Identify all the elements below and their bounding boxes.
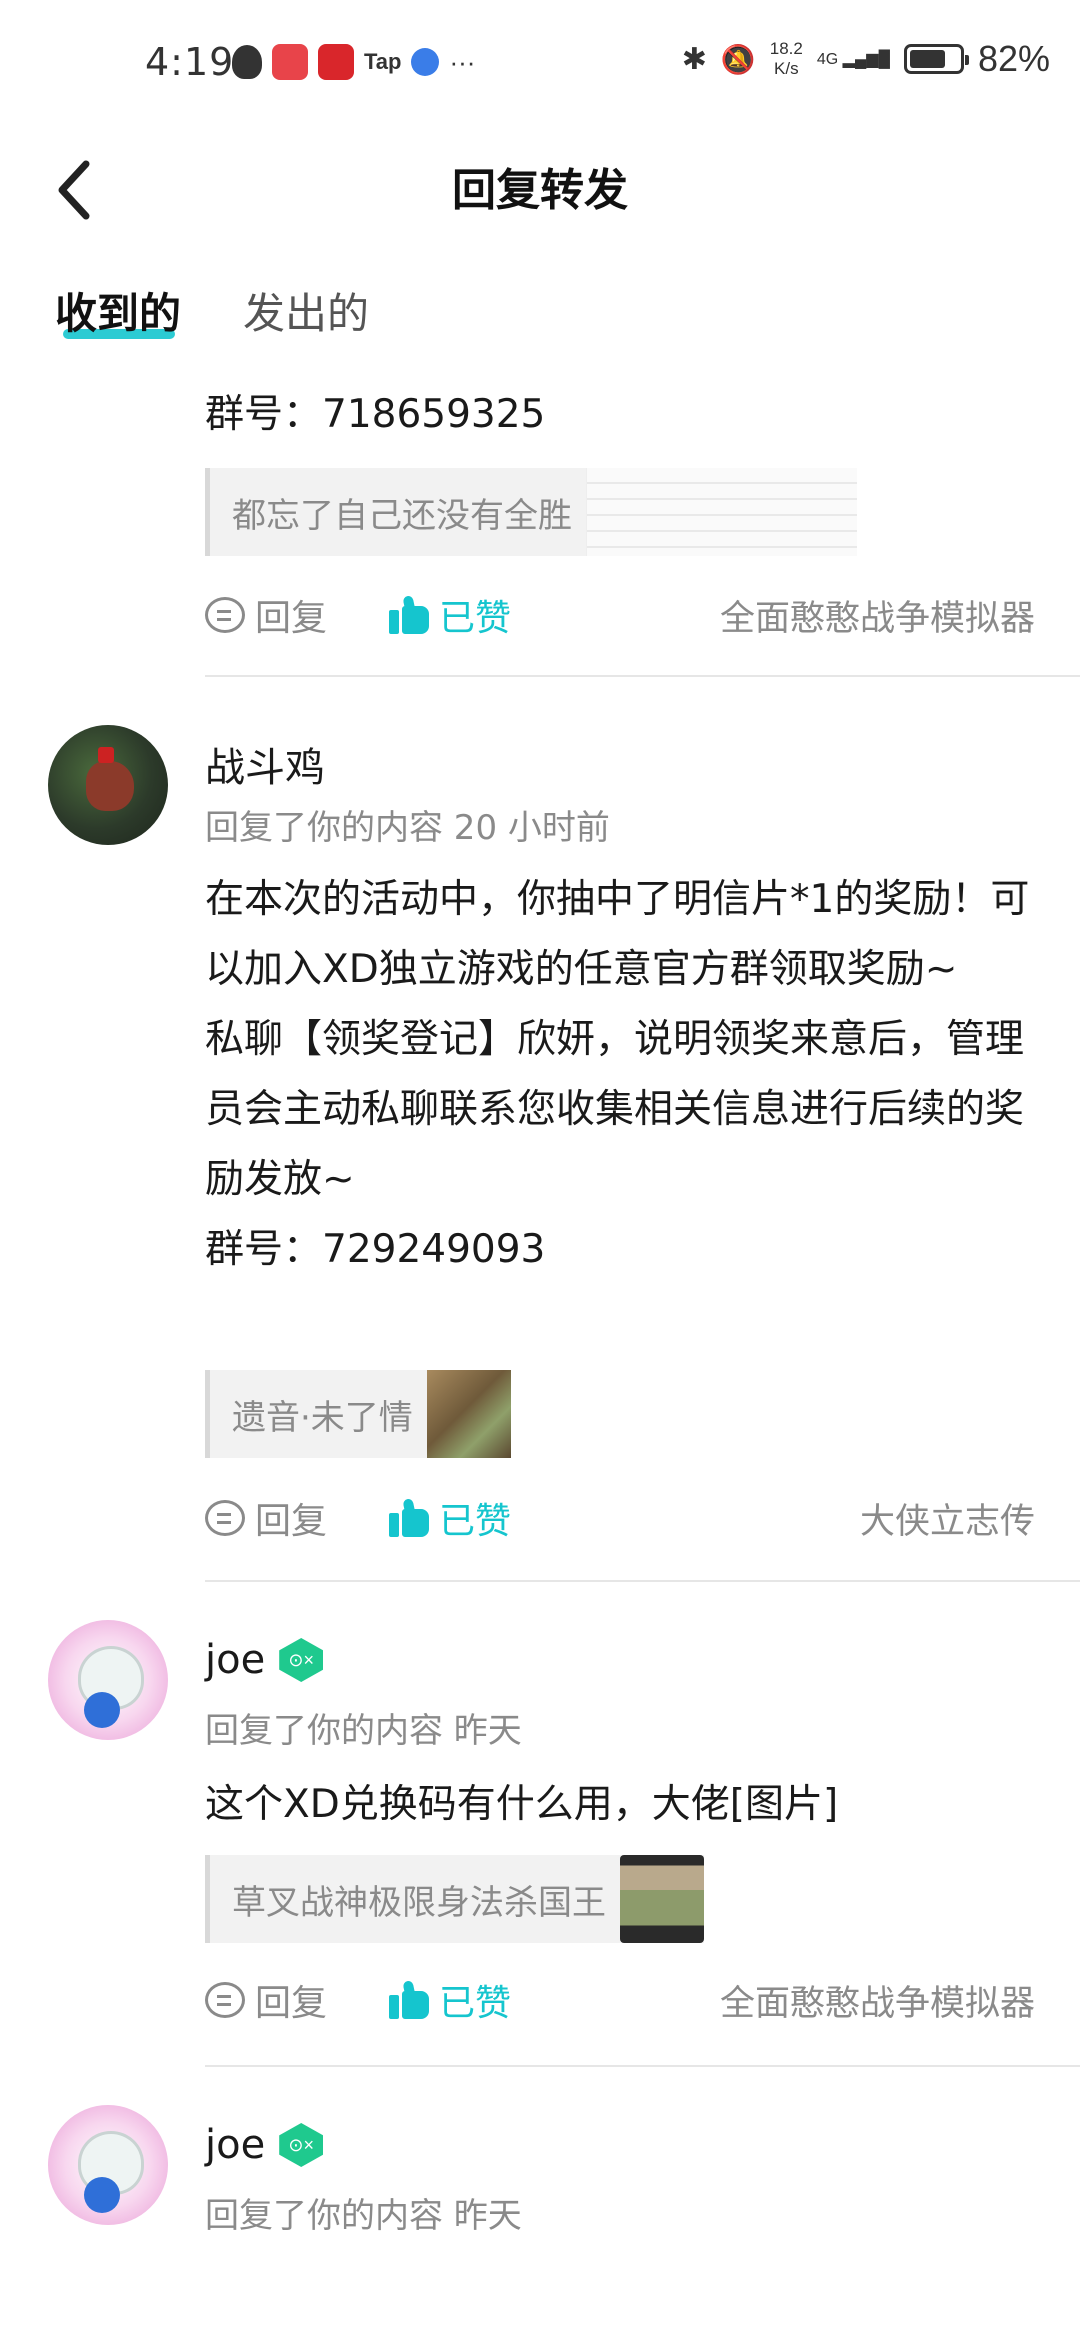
thumbs-up-icon <box>389 1498 430 1537</box>
like-button[interactable]: 已赞 <box>389 589 511 641</box>
username-text: joe <box>205 2122 266 2168</box>
avatar[interactable] <box>48 1620 168 1740</box>
comment-icon <box>205 1982 245 2018</box>
thumbs-up-icon <box>389 1980 430 2019</box>
comment-icon <box>205 1500 245 1536</box>
page-title: 回复转发 <box>452 165 628 216</box>
divider <box>205 1580 1080 1582</box>
bluetooth-icon: ✱ <box>681 41 707 77</box>
quoted-post[interactable]: 都忘了自己还没有全胜 <box>205 468 857 556</box>
huawei-app-icon <box>272 44 308 80</box>
quoted-image <box>586 468 857 556</box>
comment-icon <box>205 597 245 633</box>
reply-meta: 回复了你的内容 昨天 <box>205 2196 522 2236</box>
reply-button[interactable]: 回复 <box>205 1492 327 1544</box>
action-bar: 回复 已赞 全面憨憨战争模拟器 <box>205 585 1035 645</box>
action-bar: 回复 已赞 全面憨憨战争模拟器 <box>205 1970 1035 2030</box>
browser-icon <box>411 48 440 76</box>
reply-meta: 回复了你的内容 20 小时前 <box>205 808 610 848</box>
game-link[interactable]: 全面憨憨战争模拟器 <box>720 590 1035 641</box>
mute-bell-icon: 🔕 <box>720 42 756 76</box>
quoted-text: 遗音·未了情 <box>232 1397 413 1438</box>
avatar[interactable] <box>48 725 168 845</box>
reply-content: 在本次的活动中，你抽中了明信片*1的奖励！可以加入XD独立游戏的任意官方群领取奖… <box>205 877 1030 1272</box>
like-button[interactable]: 已赞 <box>389 1492 511 1544</box>
app-notification-icon <box>318 44 354 80</box>
action-bar: 回复 已赞 大侠立志传 <box>205 1488 1035 1548</box>
username-text: 战斗鸡 <box>205 745 325 791</box>
gamepad-badge-icon: ⊙× <box>279 2123 324 2167</box>
quoted-text: 都忘了自己还没有全胜 <box>232 495 572 536</box>
tab-sent[interactable]: 发出的 <box>243 280 369 349</box>
quoted-text: 草叉战神极限身法杀国王 <box>232 1882 606 1923</box>
thumbs-up-icon <box>389 595 430 634</box>
qq-icon <box>232 45 262 79</box>
like-label: 已赞 <box>439 1983 512 2024</box>
username[interactable]: 战斗鸡 <box>205 735 325 793</box>
like-label: 已赞 <box>439 1501 512 1542</box>
avatar[interactable] <box>48 2105 168 2225</box>
divider <box>205 675 1080 677</box>
status-time: 4:19 <box>145 40 235 84</box>
username-text: joe <box>205 1637 266 1683</box>
username[interactable]: joe ⊙× <box>205 1637 324 1683</box>
gamepad-badge-icon: ⊙× <box>279 1638 324 1682</box>
header: 回复转发 <box>0 130 1080 250</box>
game-link[interactable]: 全面憨憨战争模拟器 <box>720 1975 1035 2026</box>
taptap-icon: Tap <box>364 49 402 74</box>
network-speed: 18.2 K/s <box>770 39 803 79</box>
like-button[interactable]: 已赞 <box>389 1974 511 2026</box>
like-label: 已赞 <box>439 598 512 639</box>
reply-button[interactable]: 回复 <box>205 589 327 641</box>
reply-content: 这个XD兑换码有什么用，大佬[图片] <box>205 1782 839 1827</box>
battery-icon <box>903 44 969 74</box>
status-bar: 4:19 Tap ··· ✱ 🔕 18.2 K/s 4G ▂▄▆█ 82% <box>0 0 1080 130</box>
reply-meta: 回复了你的内容 昨天 <box>205 1711 522 1751</box>
quoted-image <box>620 1855 704 1943</box>
tab-received[interactable]: 收到的 <box>55 280 181 349</box>
signal-icon: 4G ▂▄▆█ <box>816 51 890 68</box>
username[interactable]: joe ⊙× <box>205 2122 324 2168</box>
reply-label: 回复 <box>255 1983 328 2024</box>
battery-percent: 82% <box>977 38 1050 79</box>
network-type: 4G <box>816 51 839 68</box>
divider <box>205 2065 1080 2067</box>
notification-icons: Tap ··· <box>232 44 475 80</box>
reply-label: 回复 <box>255 1501 328 1542</box>
network-speed-unit: K/s <box>774 59 799 78</box>
reply-button[interactable]: 回复 <box>205 1974 327 2026</box>
more-notifications-icon: ··· <box>449 46 476 77</box>
tab-bar: 收到的 发出的 <box>55 280 369 349</box>
quoted-post[interactable]: 遗音·未了情 <box>205 1370 511 1458</box>
reply-label: 回复 <box>255 598 328 639</box>
system-icons: ✱ 🔕 18.2 K/s 4G ▂▄▆█ 82% <box>682 38 1050 80</box>
quoted-post[interactable]: 草叉战神极限身法杀国王 <box>205 1855 704 1943</box>
quoted-image <box>426 1370 511 1458</box>
game-link[interactable]: 大侠立志传 <box>860 1493 1035 1544</box>
reply-content: 群号：718659325 <box>205 392 546 437</box>
battery-fill <box>909 50 946 68</box>
network-speed-value: 18.2 <box>769 39 803 58</box>
